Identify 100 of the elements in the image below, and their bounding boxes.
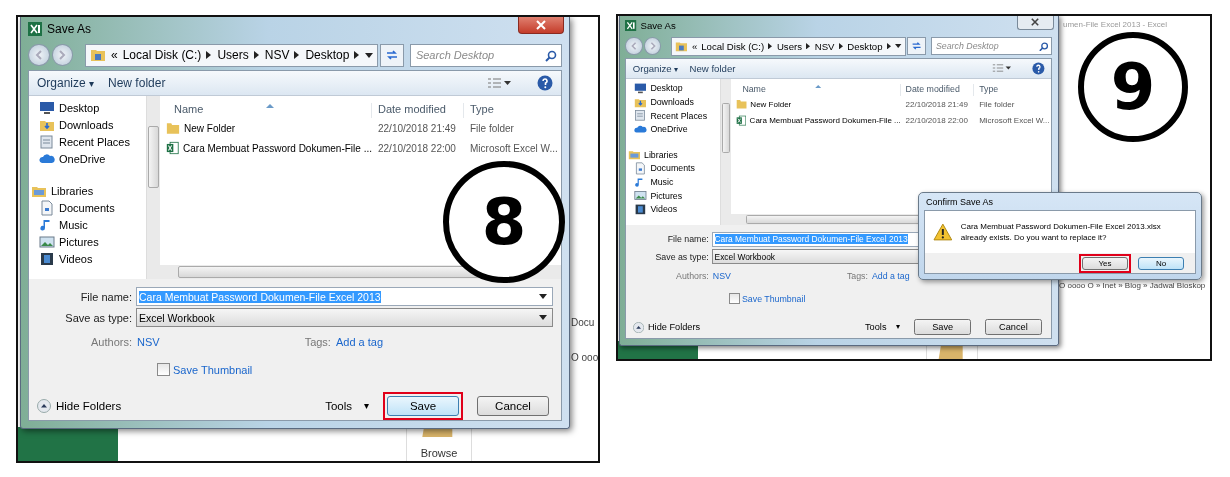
breadcrumb[interactable]: NSV bbox=[264, 48, 290, 63]
sidebar-item[interactable]: OneDrive bbox=[39, 151, 146, 167]
breadcrumb[interactable]: Local Disk (C:) bbox=[122, 48, 202, 63]
tools-menu[interactable]: Tools ▾ bbox=[865, 322, 901, 333]
close-button[interactable] bbox=[1017, 16, 1054, 30]
view-options-icon[interactable] bbox=[487, 78, 511, 88]
date-cell-text: 22/10/2018 21:49 bbox=[377, 122, 457, 134]
refresh-button[interactable] bbox=[907, 36, 927, 56]
save-thumbnail-label[interactable]: Save Thumbnail bbox=[741, 293, 806, 304]
recent-places-icon bbox=[39, 134, 55, 150]
folder-icon bbox=[90, 47, 106, 64]
folder-icon bbox=[166, 121, 180, 135]
sidebar-item[interactable]: Downloads bbox=[39, 117, 146, 133]
help-icon[interactable] bbox=[537, 75, 553, 91]
sidebar-item[interactable]: Videos bbox=[39, 251, 146, 267]
search-field[interactable]: Search Desktop bbox=[930, 36, 1053, 56]
back-button[interactable] bbox=[28, 44, 50, 67]
breadcrumb[interactable]: Users bbox=[217, 48, 249, 63]
column-header[interactable]: Type bbox=[974, 84, 1052, 97]
scrollbar[interactable] bbox=[719, 78, 732, 226]
help-icon[interactable] bbox=[1032, 61, 1045, 75]
forward-button[interactable] bbox=[644, 37, 662, 55]
file-name-label: File name: bbox=[666, 234, 709, 245]
no-button[interactable]: No bbox=[1138, 256, 1184, 270]
sidebar-item[interactable]: Pictures bbox=[39, 234, 146, 250]
address-bar[interactable]: « Local Disk (C:) Users NSV Desktop bbox=[85, 43, 379, 67]
sidebar-item[interactable]: Pictures bbox=[634, 189, 720, 202]
back-button[interactable] bbox=[625, 37, 643, 55]
chevron-icon bbox=[206, 51, 213, 60]
recent-places-icon bbox=[634, 109, 648, 123]
cancel-button[interactable]: Cancel bbox=[477, 396, 549, 416]
yes-button[interactable]: Yes bbox=[1082, 256, 1128, 270]
sidebar-item[interactable]: Documents bbox=[39, 200, 146, 216]
close-icon bbox=[536, 20, 546, 30]
step-number-badge: 9 bbox=[1078, 32, 1188, 142]
folder-icon bbox=[675, 39, 688, 53]
sidebar-item[interactable]: Documents bbox=[634, 162, 720, 175]
sidebar-item[interactable]: Recent Places bbox=[39, 134, 146, 150]
add-tag-link[interactable]: Add a tag bbox=[335, 336, 383, 348]
save-type-dropdown[interactable]: Excel Workbook bbox=[136, 308, 553, 327]
tags-label: Tags: bbox=[846, 271, 868, 282]
sidebar-item[interactable]: Music bbox=[634, 175, 720, 189]
hide-folders-button[interactable]: Hide Folders bbox=[37, 399, 122, 413]
dropdown-icon bbox=[539, 315, 547, 320]
organize-menu[interactable]: Organize ▾ bbox=[37, 76, 95, 90]
hide-folders-button[interactable]: Hide Folders bbox=[632, 321, 701, 333]
tools-menu[interactable]: Tools ▾ bbox=[325, 400, 369, 412]
sidebar-item[interactable]: Desktop bbox=[39, 100, 146, 116]
sidebar-item[interactable]: Libraries bbox=[31, 183, 146, 199]
save-thumbnail-label[interactable]: Save Thumbnail bbox=[173, 363, 253, 376]
sidebar-item[interactable]: Libraries bbox=[628, 148, 720, 162]
background-text: O oooo O » Inet » Blog » Jadwal Bioskop bbox=[1059, 281, 1206, 290]
breadcrumb[interactable]: Desktop bbox=[847, 40, 883, 52]
forward-button[interactable] bbox=[51, 44, 73, 67]
column-header[interactable]: Date modified bbox=[372, 103, 464, 118]
scrollbar[interactable] bbox=[146, 96, 160, 279]
file-name-cell[interactable]: Cara Membuat Password Dokumen-File ... bbox=[731, 114, 901, 127]
search-field[interactable]: Search Desktop bbox=[409, 43, 562, 67]
breadcrumb[interactable]: NSV bbox=[814, 40, 835, 52]
breadcrumb[interactable]: Desktop bbox=[305, 48, 350, 63]
sidebar-item[interactable]: Videos bbox=[634, 202, 720, 216]
column-header[interactable]: Name bbox=[731, 84, 901, 97]
save-button[interactable]: Save bbox=[913, 319, 972, 336]
sidebar-item[interactable]: Recent Places bbox=[634, 109, 720, 123]
file-name-cell[interactable]: New Folder bbox=[160, 121, 372, 135]
monitor-icon bbox=[39, 100, 55, 116]
checkbox[interactable] bbox=[157, 363, 170, 376]
picture-icon bbox=[634, 189, 648, 202]
refresh-button[interactable] bbox=[380, 43, 404, 67]
column-header[interactable]: Date modified bbox=[900, 84, 975, 97]
folder-icon bbox=[628, 148, 641, 162]
date-cell-text: 22/10/2018 21:49 bbox=[904, 99, 969, 109]
file-name-cell[interactable]: Cara Membuat Password Dokumen-File ... bbox=[160, 141, 372, 155]
background-text: O ooo bbox=[571, 352, 598, 363]
column-header[interactable]: Type bbox=[464, 103, 561, 118]
breadcrumb-overflow[interactable]: « bbox=[691, 40, 698, 52]
breadcrumb-overflow[interactable]: « bbox=[111, 48, 118, 63]
file-name-cell[interactable]: New Folder bbox=[731, 99, 901, 110]
close-button[interactable] bbox=[518, 17, 564, 34]
organize-menu[interactable]: Organize ▾ bbox=[632, 62, 679, 74]
warning-icon bbox=[933, 223, 953, 241]
breadcrumb[interactable]: Users bbox=[776, 40, 802, 52]
address-bar[interactable]: « Local Disk (C:) Users NSV Desktop bbox=[670, 36, 906, 56]
sidebar-item[interactable]: Music bbox=[39, 217, 146, 233]
column-header[interactable]: Name bbox=[160, 103, 372, 118]
sidebar-item[interactable]: OneDrive bbox=[634, 122, 720, 136]
authors-link[interactable]: NSV bbox=[137, 336, 160, 348]
save-button[interactable]: Save bbox=[387, 396, 459, 416]
new-folder-button[interactable]: New folder bbox=[108, 76, 166, 90]
breadcrumb[interactable]: Local Disk (C:) bbox=[701, 40, 765, 52]
add-tag-link[interactable]: Add a tag bbox=[871, 271, 910, 282]
close-icon bbox=[1031, 18, 1040, 27]
sidebar-item[interactable]: Desktop bbox=[634, 82, 720, 95]
new-folder-button[interactable]: New folder bbox=[689, 62, 736, 74]
authors-link[interactable]: NSV bbox=[712, 271, 731, 282]
cancel-button[interactable]: Cancel bbox=[984, 319, 1043, 336]
dropdown-icon bbox=[539, 294, 547, 299]
sidebar-item[interactable]: Downloads bbox=[634, 95, 720, 109]
dropdown-icon bbox=[365, 52, 374, 58]
checkbox[interactable] bbox=[728, 293, 740, 304]
